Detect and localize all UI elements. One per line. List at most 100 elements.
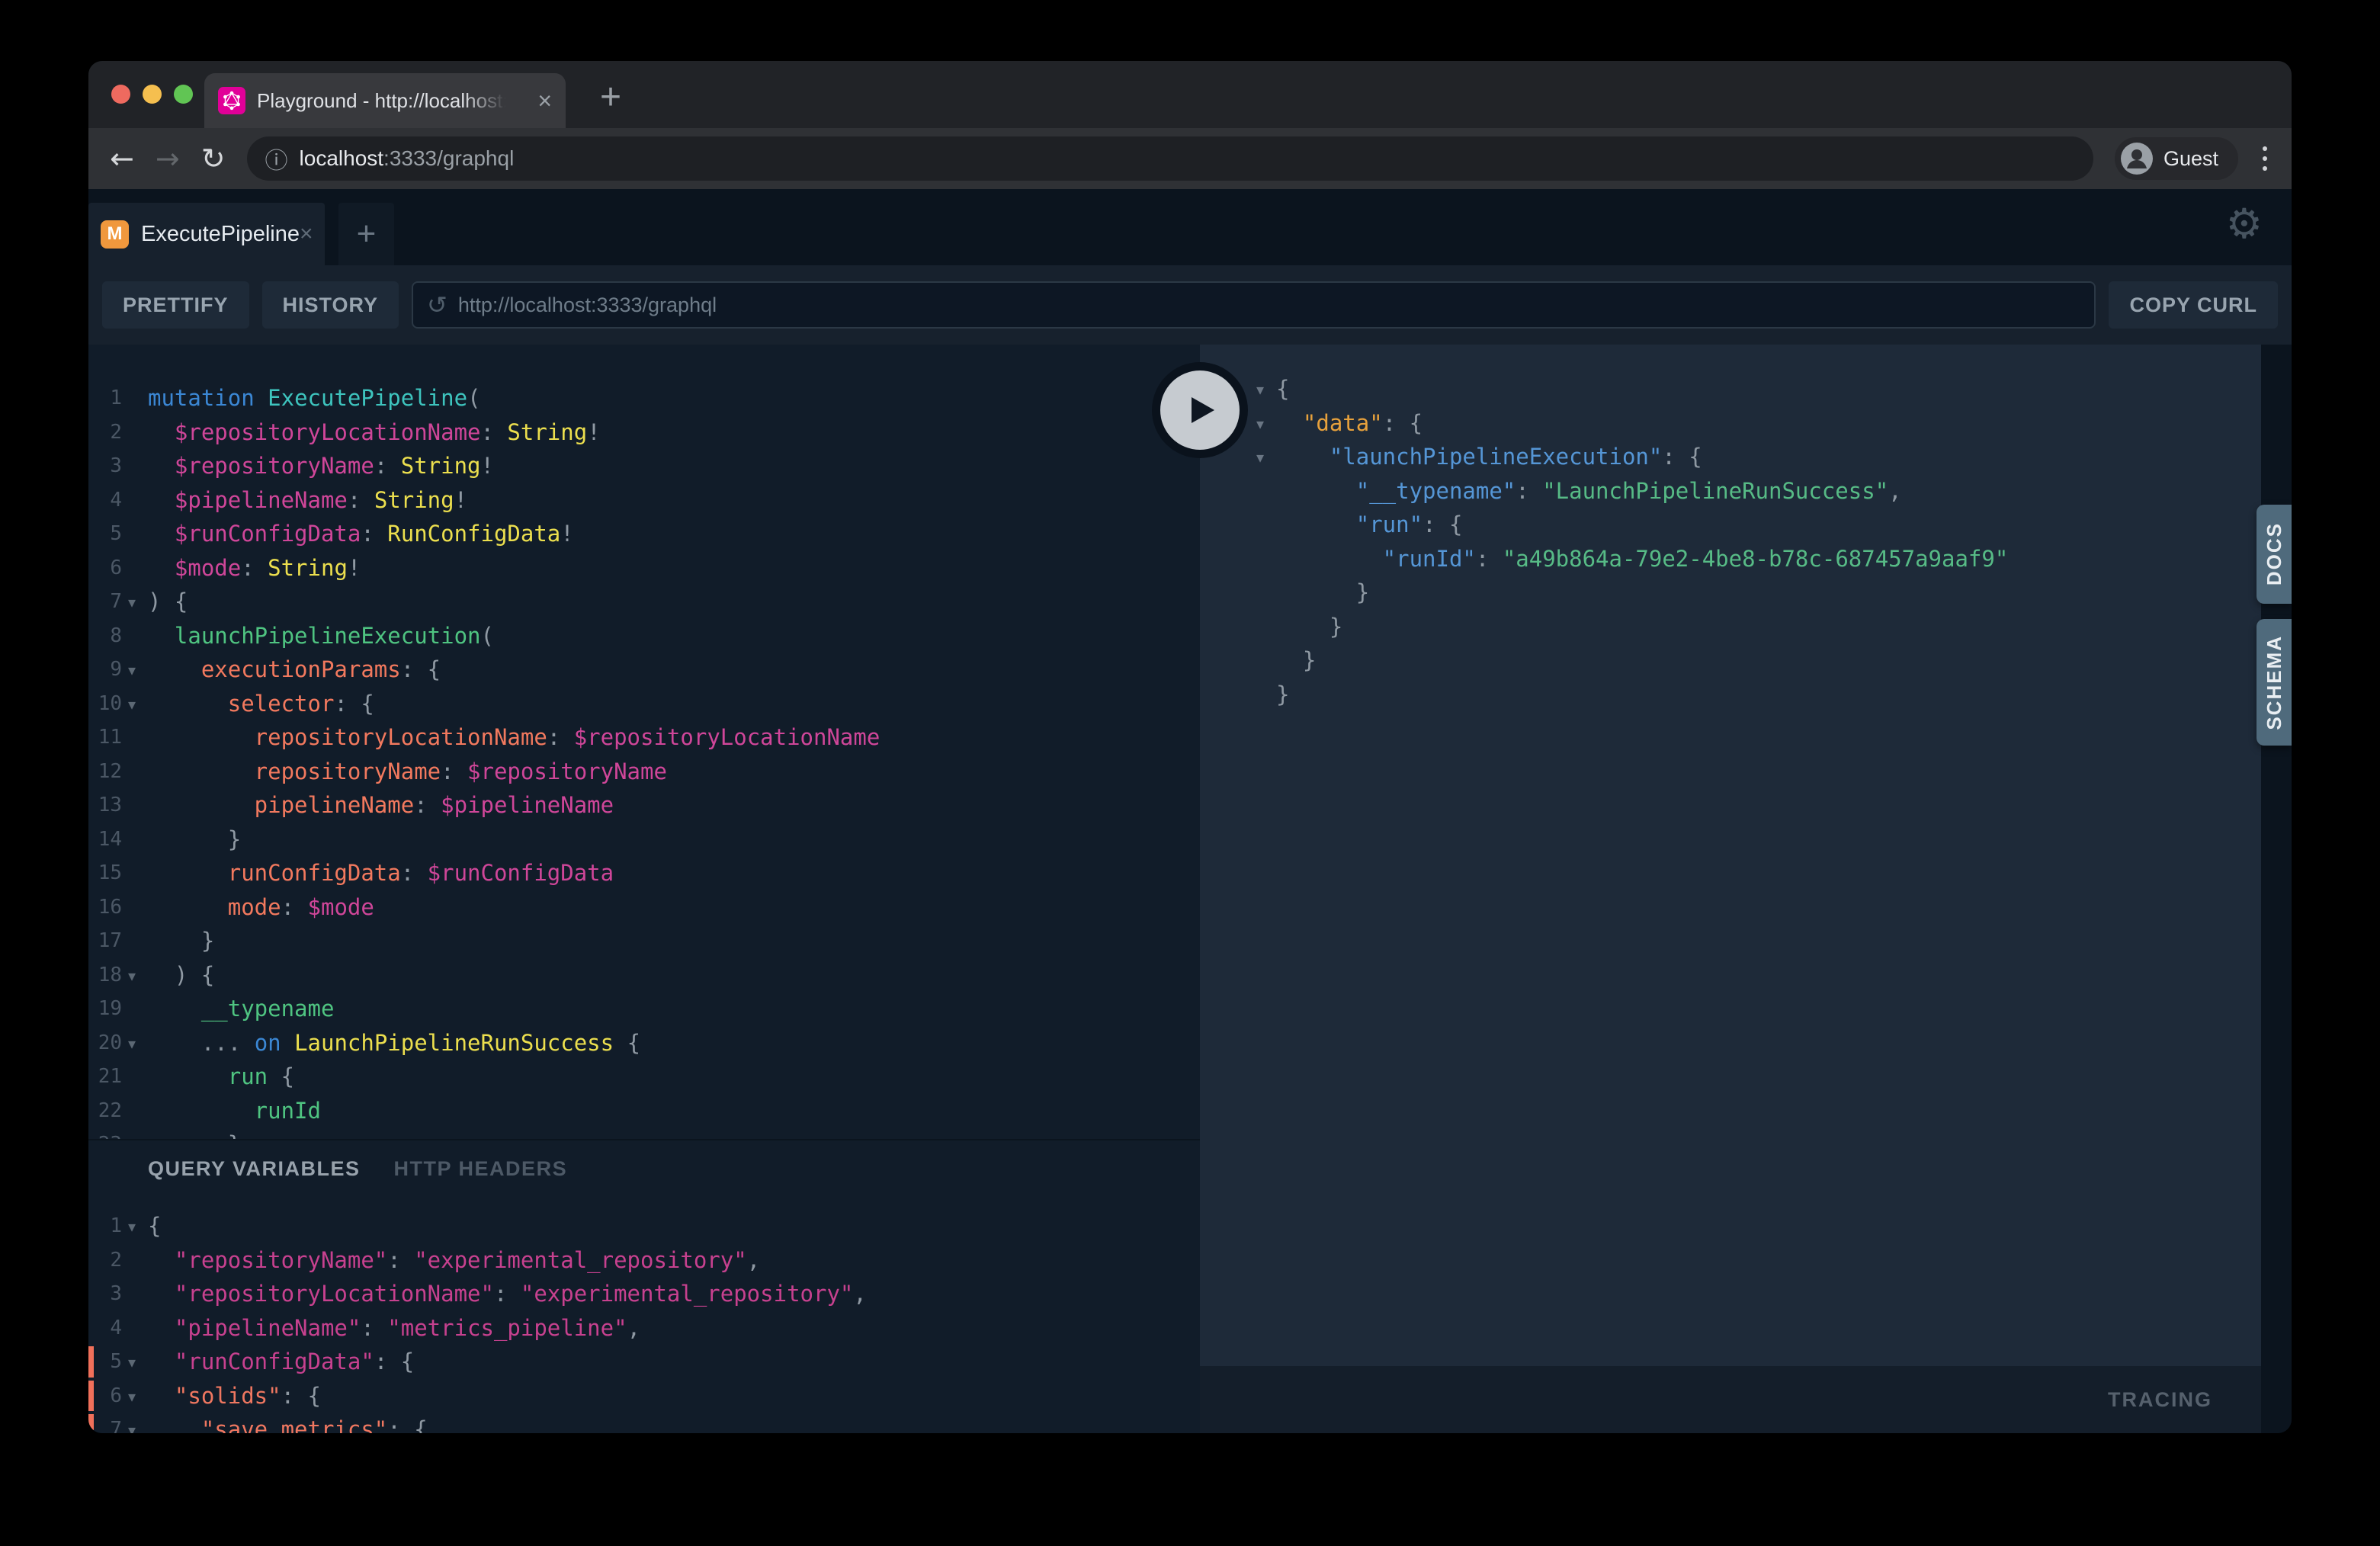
back-button[interactable]: ← xyxy=(110,144,134,173)
settings-gear-icon[interactable]: ⚙ xyxy=(2226,200,2263,248)
code-line[interactable]: 1▾{ xyxy=(88,1209,1200,1243)
new-tab-button[interactable]: + xyxy=(585,72,636,122)
code-line[interactable]: 21 run { xyxy=(88,1060,1200,1094)
close-window-button[interactable] xyxy=(111,85,130,104)
code-line[interactable]: 10▾ selector: { xyxy=(88,687,1200,721)
line-number: 1 xyxy=(88,381,122,415)
fold-arrow-icon[interactable]: ▾ xyxy=(122,585,142,620)
close-tab-icon[interactable]: × xyxy=(537,88,552,113)
code-line[interactable]: 6▾ "solids": { xyxy=(88,1379,1200,1413)
fold-arrow-icon[interactable]: ▾ xyxy=(122,653,142,688)
code-line[interactable]: ▾ "data": { xyxy=(1200,406,2261,441)
code-line[interactable]: "__typename": "LaunchPipelineRunSuccess"… xyxy=(1200,474,2261,508)
code-line[interactable]: ▾{ xyxy=(1200,372,2261,406)
profile-label: Guest xyxy=(2163,147,2218,171)
code-line[interactable]: 22 runId xyxy=(88,1094,1200,1128)
line-number: 3 xyxy=(88,449,122,483)
graphql-playground: M ExecutePipeline × + ⚙ PRETTIFY HISTORY… xyxy=(88,189,2292,1433)
profile-button[interactable]: Guest xyxy=(2115,137,2238,180)
line-number: 9 xyxy=(88,653,122,687)
fold-arrow-icon[interactable]: ▾ xyxy=(122,1209,142,1244)
code-line[interactable]: 7▾ "save_metrics": { xyxy=(88,1413,1200,1433)
fold-arrow-icon[interactable]: ▾ xyxy=(122,1379,142,1414)
browser-menu-button[interactable] xyxy=(2260,143,2270,174)
code-line[interactable]: 6 $mode: String! xyxy=(88,551,1200,585)
code-text: { xyxy=(1270,372,1289,406)
code-line[interactable]: } xyxy=(1200,678,2261,712)
browser-tab[interactable]: Playground - http://localhost:3 × xyxy=(204,73,566,128)
tab-query-variables[interactable]: QUERY VARIABLES xyxy=(148,1156,361,1182)
code-line[interactable]: 5 $runConfigData: RunConfigData! xyxy=(88,517,1200,551)
code-line[interactable]: ▾ "launchPipelineExecution": { xyxy=(1200,440,2261,474)
session-tab-executepipeline[interactable]: M ExecutePipeline × xyxy=(88,203,325,265)
site-info-icon[interactable]: ⓘ xyxy=(265,142,288,175)
code-line[interactable]: } xyxy=(1200,610,2261,644)
zoom-window-button[interactable] xyxy=(174,85,193,104)
line-number: 6 xyxy=(88,551,122,585)
code-line[interactable]: 2 $repositoryLocationName: String! xyxy=(88,415,1200,450)
reload-button[interactable]: ↻ xyxy=(201,144,226,173)
code-line[interactable]: 11 repositoryLocationName: $repositoryLo… xyxy=(88,720,1200,755)
fold-arrow-icon[interactable]: ▾ xyxy=(1250,440,1270,475)
address-bar[interactable]: ⓘ localhost:3333/graphql xyxy=(247,136,2093,181)
code-text: repositoryName: $repositoryName xyxy=(142,755,667,789)
code-line[interactable]: 5▾ "runConfigData": { xyxy=(88,1345,1200,1379)
fold-arrow-icon[interactable]: ▾ xyxy=(1250,406,1270,441)
code-line[interactable]: 13 pipelineName: $pipelineName xyxy=(88,788,1200,823)
fold-arrow-icon[interactable]: ▾ xyxy=(122,958,142,993)
add-session-button[interactable]: + xyxy=(338,203,394,265)
forward-button[interactable]: → xyxy=(156,144,180,173)
docs-label: DOCS xyxy=(2263,522,2286,585)
code-line[interactable]: 3 $repositoryName: String! xyxy=(88,449,1200,483)
execute-query-button[interactable] xyxy=(1152,362,1248,458)
line-number: 8 xyxy=(88,619,122,653)
code-line[interactable]: 18▾ ) { xyxy=(88,958,1200,993)
query-editor[interactable]: 1mutation ExecutePipeline(2 $repositoryL… xyxy=(88,345,1200,1139)
tab-http-headers[interactable]: HTTP HEADERS xyxy=(394,1156,568,1182)
code-line[interactable]: 7▾) { xyxy=(88,585,1200,619)
line-number: 3 xyxy=(88,1277,122,1311)
prettify-button[interactable]: PRETTIFY xyxy=(102,281,249,329)
code-line[interactable]: 3 "repositoryLocationName": "experimenta… xyxy=(88,1277,1200,1311)
line-number: 21 xyxy=(88,1060,122,1094)
tracing-toggle[interactable]: TRACING xyxy=(2108,1388,2212,1412)
code-line[interactable]: 14 } xyxy=(88,823,1200,857)
query-pane: 1mutation ExecutePipeline(2 $repositoryL… xyxy=(88,345,1200,1433)
code-line[interactable]: 12 repositoryName: $repositoryName xyxy=(88,755,1200,789)
docs-side-tab[interactable]: DOCS xyxy=(2257,505,2292,604)
code-line[interactable]: "run": { xyxy=(1200,508,2261,542)
close-session-icon[interactable]: × xyxy=(300,221,313,247)
code-line[interactable]: } xyxy=(1200,576,2261,610)
code-line[interactable]: 2 "repositoryName": "experimental_reposi… xyxy=(88,1243,1200,1278)
code-line[interactable]: 4 "pipelineName": "metrics_pipeline", xyxy=(88,1311,1200,1346)
fold-arrow-icon[interactable]: ▾ xyxy=(122,1413,142,1433)
code-line[interactable]: 23 } xyxy=(88,1127,1200,1139)
line-number: 19 xyxy=(88,992,122,1026)
schema-side-tab[interactable]: SCHEMA xyxy=(2257,619,2292,746)
code-line[interactable]: 8 launchPipelineExecution( xyxy=(88,619,1200,653)
endpoint-input[interactable]: ↺ http://localhost:3333/graphql xyxy=(412,281,2096,329)
fold-arrow-icon[interactable]: ▾ xyxy=(122,1345,142,1380)
code-line[interactable]: } xyxy=(1200,643,2261,678)
code-line[interactable]: 9▾ executionParams: { xyxy=(88,653,1200,687)
code-line[interactable]: 17 } xyxy=(88,924,1200,958)
line-number: 7 xyxy=(88,1413,122,1433)
code-line[interactable]: "runId": "a49b864a-79e2-4be8-b78c-687457… xyxy=(1200,542,2261,576)
reload-schema-icon[interactable]: ↺ xyxy=(427,290,447,319)
code-text: launchPipelineExecution( xyxy=(142,619,494,653)
fold-arrow-icon[interactable]: ▾ xyxy=(1250,372,1270,407)
code-text: pipelineName: $pipelineName xyxy=(142,788,614,823)
code-line[interactable]: 15 runConfigData: $runConfigData xyxy=(88,856,1200,890)
response-viewer[interactable]: ▾{▾ "data": {▾ "launchPipelineExecution"… xyxy=(1200,345,2261,1366)
code-line[interactable]: 19 __typename xyxy=(88,992,1200,1026)
history-button[interactable]: HISTORY xyxy=(262,281,399,329)
variables-editor[interactable]: 1▾{2 "repositoryName": "experimental_rep… xyxy=(88,1209,1200,1433)
code-line[interactable]: 4 $pipelineName: String! xyxy=(88,483,1200,518)
copy-curl-button[interactable]: COPY CURL xyxy=(2109,281,2278,329)
code-line[interactable]: 16 mode: $mode xyxy=(88,890,1200,925)
code-line[interactable]: 1mutation ExecutePipeline( xyxy=(88,381,1200,415)
fold-arrow-icon[interactable]: ▾ xyxy=(122,1026,142,1061)
minimize-window-button[interactable] xyxy=(143,85,162,104)
fold-arrow-icon[interactable]: ▾ xyxy=(122,687,142,722)
code-line[interactable]: 20▾ ... on LaunchPipelineRunSuccess { xyxy=(88,1026,1200,1060)
